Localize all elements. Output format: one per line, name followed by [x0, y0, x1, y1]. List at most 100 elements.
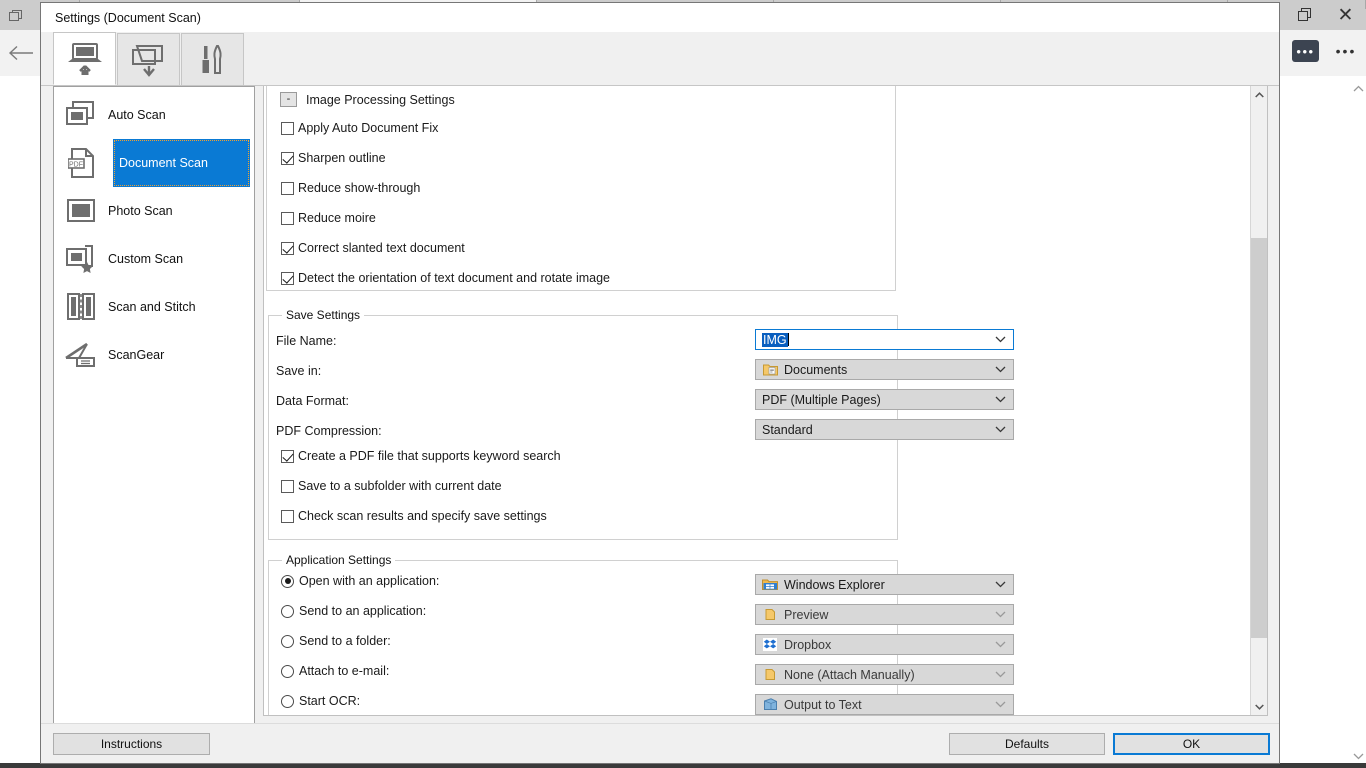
dialog-button-bar: Instructions Defaults OK — [41, 723, 1279, 763]
photo-icon — [64, 194, 98, 228]
checkbox-check-scan-results[interactable]: Check scan results and specify save sett… — [281, 509, 547, 523]
chevron-down-icon[interactable] — [995, 695, 1006, 714]
checkbox-reduce-moire[interactable]: Reduce moire — [281, 211, 376, 225]
sidebar-item-auto-scan[interactable]: Auto Scan — [54, 91, 254, 139]
chevron-down-icon[interactable] — [995, 330, 1006, 349]
dialog-tab-bar — [41, 32, 1279, 86]
sidebar-item-document-scan-wrap: PDF Document Scan — [54, 139, 254, 187]
radio-attach-to-email[interactable]: Attach to e-mail: — [281, 664, 389, 678]
defaults-button[interactable]: Defaults — [949, 733, 1105, 755]
pdf-compression-value: Standard — [762, 422, 813, 437]
content-scrollbar[interactable] — [1250, 86, 1267, 715]
data-format-label: Data Format: — [276, 394, 349, 408]
sidebar-item-label: ScanGear — [108, 348, 165, 362]
sidebar-item-photo-scan[interactable]: Photo Scan — [54, 187, 254, 235]
radio-send-to-an-application[interactable]: Send to an application: — [281, 604, 426, 618]
close-icon[interactable]: ✕ — [1325, 0, 1366, 30]
checkbox-label: Reduce moire — [298, 211, 376, 225]
checkbox-detect-orientation[interactable]: Detect the orientation of text document … — [281, 271, 610, 285]
scrollbar-up-button[interactable] — [1251, 86, 1267, 103]
scangear-icon — [64, 338, 98, 372]
radio-label: Attach to e-mail: — [299, 664, 390, 678]
checkbox-create-searchable-pdf[interactable]: Create a PDF file that supports keyword … — [281, 449, 561, 463]
sidebar-item-document-scan[interactable]: Document Scan — [113, 139, 250, 187]
save-in-value: Documents — [784, 362, 848, 377]
radio-open-with-an-application[interactable]: Open with an application: — [281, 574, 439, 588]
custom-scan-star-icon — [64, 242, 98, 276]
save-in-label: Save in: — [276, 364, 322, 378]
checkbox-label: Apply Auto Document Fix — [298, 121, 439, 135]
file-name-combobox[interactable]: IMG — [755, 329, 1014, 350]
send-to-folder-combobox[interactable]: Dropbox — [755, 634, 1014, 655]
start-ocr-combobox[interactable]: Output to Text — [755, 694, 1014, 715]
scrollbar-thumb[interactable] — [1251, 238, 1267, 638]
sidebar-item-label: Scan and Stitch — [108, 300, 196, 314]
windows-explorer-icon — [762, 577, 778, 592]
dialog-title: Settings (Document Scan) — [55, 10, 201, 25]
attach-to-email-value: None (Attach Manually) — [784, 667, 915, 682]
dialog-main-area: Auto Scan PDF Document Scan Photo Scan C… — [41, 86, 1279, 723]
open-with-application-combobox[interactable]: Windows Explorer — [755, 574, 1014, 595]
sidebar-item-scan-and-stitch[interactable]: Scan and Stitch — [54, 283, 254, 331]
svg-text:PDF: PDF — [69, 161, 83, 168]
checkbox-label: Create a PDF file that supports keyword … — [298, 449, 561, 463]
checkbox-save-to-subfolder[interactable]: Save to a subfolder with current date — [281, 479, 502, 493]
tab-scan-from-scanner[interactable] — [117, 33, 180, 85]
file-name-label: File Name: — [276, 334, 337, 348]
instructions-button[interactable]: Instructions — [53, 733, 210, 755]
data-format-combobox[interactable]: PDF (Multiple Pages) — [755, 389, 1014, 410]
radio-start-ocr[interactable]: Start OCR: — [281, 694, 360, 708]
checkbox-label: Save to a subfolder with current date — [298, 479, 502, 493]
sidebar-item-scan-and-stitch-wrap: Scan and Stitch — [54, 283, 254, 331]
attach-to-email-combobox[interactable]: None (Attach Manually) — [755, 664, 1014, 685]
scanner-download-icon — [131, 44, 163, 77]
restore-icon[interactable] — [1285, 0, 1325, 30]
checkbox-box — [281, 211, 294, 225]
chevron-down-icon[interactable] — [995, 360, 1006, 379]
windows-restore-icon — [4, 4, 28, 28]
chevron-down-icon[interactable] — [995, 390, 1006, 409]
chevron-up-icon[interactable] — [1350, 80, 1366, 96]
checkbox-correct-slanted-text-document[interactable]: Correct slanted text document — [281, 241, 465, 255]
chevron-down-icon[interactable] — [995, 635, 1006, 654]
radio-send-to-a-folder[interactable]: Send to a folder: — [281, 634, 391, 648]
tab-general-settings[interactable] — [181, 33, 244, 85]
folder-documents-icon — [762, 362, 778, 377]
chevron-down-icon[interactable] — [995, 665, 1006, 684]
radio-dot — [281, 664, 294, 678]
send-to-application-combobox[interactable]: Preview — [755, 604, 1014, 625]
checkbox-box — [281, 479, 294, 493]
sidebar-item-scangear-wrap: ScanGear — [54, 331, 254, 379]
checkbox-sharpen-outline[interactable]: Sharpen outline — [281, 151, 386, 165]
ok-button[interactable]: OK — [1113, 733, 1270, 755]
scan-mode-sidebar: Auto Scan PDF Document Scan Photo Scan C… — [53, 86, 255, 723]
chevron-down-icon[interactable] — [1350, 748, 1366, 764]
ellipsis-menu-icon[interactable]: ••• — [1332, 40, 1360, 62]
sidebar-item-scangear[interactable]: ScanGear — [54, 331, 254, 379]
checkbox-label: Check scan results and specify save sett… — [298, 509, 547, 523]
checkbox-apply-auto-document-fix[interactable]: Apply Auto Document Fix — [281, 121, 438, 135]
data-format-value: PDF (Multiple Pages) — [762, 392, 881, 407]
back-arrow-icon[interactable] — [0, 32, 42, 74]
scrollbar-down-button[interactable] — [1251, 698, 1267, 715]
sidebar-item-label: Photo Scan — [108, 204, 173, 218]
application-settings-legend: Application Settings — [286, 553, 392, 567]
checkbox-reduce-show-through[interactable]: Reduce show-through — [281, 181, 420, 195]
pdf-compression-label: PDF Compression: — [276, 424, 382, 438]
chevron-down-icon[interactable] — [995, 605, 1006, 624]
checkbox-box — [281, 181, 294, 195]
radio-label: Send to an application: — [299, 604, 427, 618]
scan-stitch-icon — [64, 290, 98, 324]
sidebar-item-custom-scan-wrap: Custom Scan — [54, 235, 254, 283]
chevron-down-icon[interactable] — [995, 420, 1006, 439]
more-options-dark-button[interactable]: ••• — [1292, 40, 1319, 62]
tab-scan-from-computer[interactable] — [53, 32, 116, 85]
pdf-compression-combobox[interactable]: Standard — [755, 419, 1014, 440]
checkbox-box — [281, 449, 294, 463]
sidebar-item-label: Custom Scan — [108, 252, 184, 266]
sidebar-item-custom-scan[interactable]: Custom Scan — [54, 235, 254, 283]
checkbox-box — [281, 241, 294, 255]
save-in-combobox[interactable]: Documents — [755, 359, 1014, 380]
chevron-down-icon[interactable] — [995, 575, 1006, 594]
sidebar-item-label: Document Scan — [119, 156, 208, 170]
